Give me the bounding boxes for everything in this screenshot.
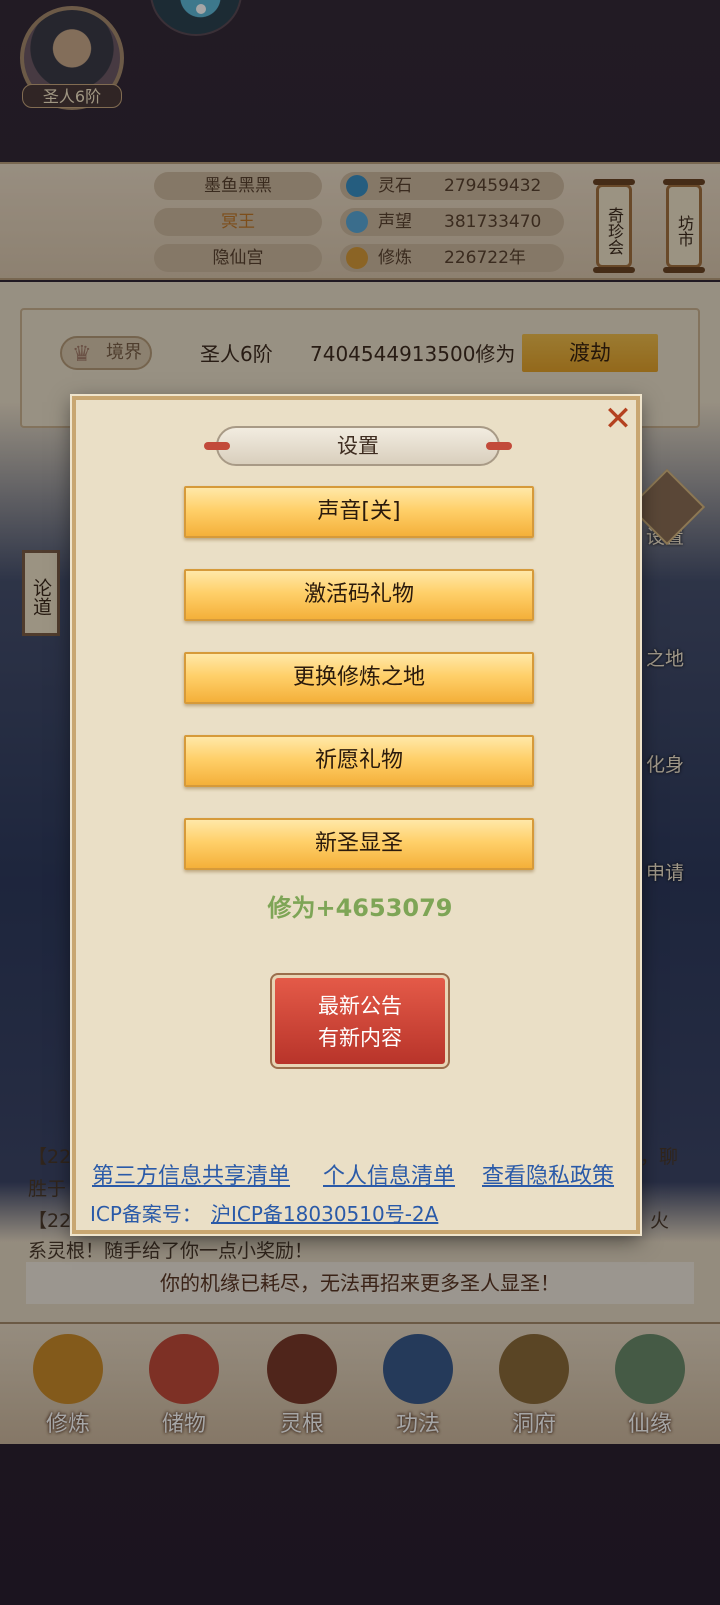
third-party-sharing-link[interactable]: 第三方信息共享清单 (92, 1158, 290, 1190)
close-icon[interactable]: ✕ (603, 401, 633, 437)
icp-label: ICP备案号： (90, 1202, 202, 1226)
icp-number-link[interactable]: 沪ICP备18030510号-2A (211, 1198, 438, 1227)
sound-toggle-button[interactable]: 声音[关] (184, 486, 534, 538)
latest-announcement-button[interactable]: 最新公告 有新内容 (270, 973, 450, 1069)
activation-code-gift-button[interactable]: 激活码礼物 (184, 569, 534, 621)
personal-info-list-link[interactable]: 个人信息清单 (323, 1158, 455, 1190)
cultivation-gain-text: 修为+4653079 (267, 894, 453, 922)
announce-line-2: 有新内容 (318, 1026, 402, 1050)
wish-gift-button[interactable]: 祈愿礼物 (184, 735, 534, 787)
new-saint-manifest-button[interactable]: 新圣显圣 (184, 818, 534, 870)
change-cultivation-place-button[interactable]: 更换修炼之地 (184, 652, 534, 704)
privacy-policy-link[interactable]: 查看隐私政策 (482, 1158, 614, 1190)
announce-line-1: 最新公告 (318, 994, 402, 1018)
dialog-title: 设置 (204, 426, 512, 466)
